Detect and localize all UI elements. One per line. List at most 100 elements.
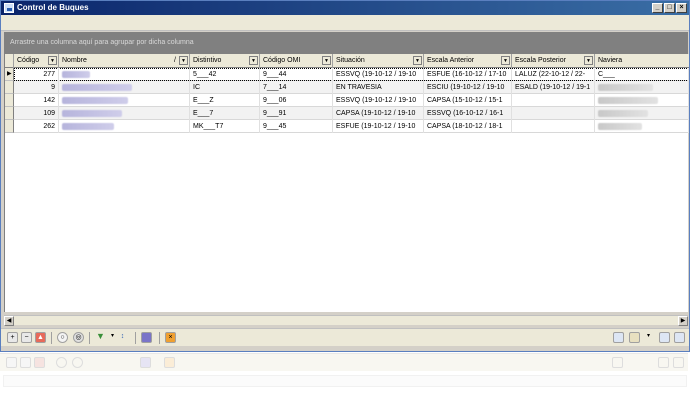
export-icon[interactable] [659, 332, 670, 343]
column-header-escala-posterior[interactable]: Escala Posterior ▼ [512, 54, 595, 68]
column-header-distintivo[interactable]: Distintivo ▼ [190, 54, 260, 68]
cell-escala-anterior: CAPSA (18-10-12 / 18-1 [424, 120, 512, 133]
cell-situacion: ESSVQ (19-10-12 / 19-10 [333, 68, 424, 81]
settings-icon[interactable] [629, 332, 640, 343]
sort-indicator-icon: / [174, 57, 176, 64]
cancel-icon [56, 357, 67, 368]
cell-escala-posterior [512, 107, 595, 120]
cell-nombre [59, 120, 190, 133]
table-row[interactable]: 262 MK___T7 9___45 ESFUE (19-10-12 / 19-… [14, 120, 689, 133]
scroll-right-icon[interactable]: ▶ [678, 316, 688, 326]
window-title: Control de Buques [17, 3, 89, 12]
delete-row-icon[interactable]: − [21, 332, 32, 343]
horizontal-scrollbar[interactable]: ◀ ▶ [4, 315, 688, 326]
filter-icon[interactable]: ▼ [95, 332, 106, 343]
chevron-down-icon[interactable]: ▾ [643, 332, 654, 343]
up-arrow-icon [34, 357, 45, 368]
column-header-situacion[interactable]: Situación ▼ [333, 54, 424, 68]
cell-distintivo: MK___T7 [190, 120, 260, 133]
reflected-scrollbar [3, 375, 687, 387]
group-by-hint: Arrastre una columna aquí para agrupar p… [10, 39, 194, 46]
cell-distintivo: E___Z [190, 94, 260, 107]
title-bar[interactable]: Control de Buques _ □ × [1, 1, 689, 15]
cell-codigo-omi: 7___14 [260, 81, 333, 94]
up-arrow-icon[interactable]: ▲ [35, 332, 46, 343]
row-header-corner [5, 54, 14, 68]
cell-codigo: 109 [14, 107, 59, 120]
add-row-icon [6, 357, 17, 368]
chevron-down-icon[interactable]: ▼ [322, 56, 331, 65]
grid-layout-icon[interactable] [613, 332, 624, 343]
chevron-down-icon[interactable]: ▼ [48, 56, 57, 65]
close-grid-icon [164, 357, 175, 368]
cell-nombre [59, 107, 190, 120]
grid-header: Código ▼ Nombre / ▼ Distintivo ▼ Código … [5, 54, 689, 68]
chevron-down-icon[interactable]: ▼ [413, 56, 422, 65]
chevron-down-icon[interactable]: ▼ [584, 56, 593, 65]
cell-situacion: ESSVQ (19-10-12 / 19-10 [333, 94, 424, 107]
cell-codigo-omi: 9___06 [260, 94, 333, 107]
cell-codigo-omi: 9___44 [260, 68, 333, 81]
minimize-button[interactable]: _ [652, 3, 663, 13]
cell-situacion: EN TRAVESIA [333, 81, 424, 94]
row-selector[interactable] [5, 120, 14, 133]
cell-nombre [59, 81, 190, 94]
cell-codigo: 9 [14, 81, 59, 94]
row-selector[interactable] [5, 107, 14, 120]
export-icon [658, 357, 669, 368]
cell-escala-posterior: LALUZ (22-10-12 / 22- [512, 68, 595, 81]
table-row[interactable]: 277 5___42 9___44 ESSVQ (19-10-12 / 19-1… [14, 68, 689, 81]
column-header-nombre[interactable]: Nombre / ▼ [59, 54, 190, 68]
cell-naviera [595, 107, 689, 120]
cell-codigo: 277 [14, 68, 59, 81]
add-row-icon[interactable]: + [7, 332, 18, 343]
column-chooser-icon[interactable] [141, 332, 152, 343]
print-icon [673, 357, 684, 368]
close-grid-icon[interactable]: × [165, 332, 176, 343]
cell-naviera: C___ [595, 68, 689, 81]
cell-situacion: CAPSA (19-10-12 / 19-10 [333, 107, 424, 120]
cell-codigo-omi: 9___45 [260, 120, 333, 133]
column-header-codigo-omi[interactable]: Código OMI ▼ [260, 54, 333, 68]
toolbar-separator [159, 332, 160, 344]
column-header-codigo[interactable]: Código ▼ [14, 54, 59, 68]
cell-naviera [595, 94, 689, 107]
row-selector[interactable] [5, 94, 14, 107]
cell-distintivo: E___7 [190, 107, 260, 120]
cell-distintivo: 5___42 [190, 68, 260, 81]
toolbar-separator [89, 332, 90, 344]
cell-escala-posterior [512, 120, 595, 133]
reflected-toolbar [0, 353, 688, 371]
cell-escala-posterior [512, 94, 595, 107]
grid-toolbar: + − ▲ ○ ◎ ▼ ▾ ↕ × ▾ [1, 328, 689, 346]
table-row[interactable]: 109 E___7 9___91 CAPSA (19-10-12 / 19-10… [14, 107, 689, 120]
cell-naviera [595, 120, 689, 133]
menu-bar [1, 15, 689, 31]
close-button[interactable]: × [676, 3, 687, 13]
chevron-down-icon[interactable]: ▼ [249, 56, 258, 65]
chevron-down-icon[interactable]: ▼ [179, 56, 188, 65]
cell-codigo-omi: 9___91 [260, 107, 333, 120]
row-selector[interactable]: ▶ [5, 68, 14, 81]
delete-row-icon [20, 357, 31, 368]
print-icon[interactable] [674, 332, 685, 343]
column-chooser-icon [140, 357, 151, 368]
cell-distintivo: IC [190, 81, 260, 94]
column-header-naviera[interactable]: Naviera [595, 54, 689, 68]
maximize-button[interactable]: □ [664, 3, 675, 13]
sort-icon[interactable]: ↕ [117, 332, 128, 343]
cancel-icon[interactable]: ○ [57, 332, 68, 343]
table-row[interactable]: 9 IC 7___14 EN TRAVESIA ESCIU (19-10-12 … [14, 81, 689, 94]
cell-escala-anterior: CAPSA (15-10-12 / 15-1 [424, 94, 512, 107]
column-header-escala-anterior[interactable]: Escala Anterior ▼ [424, 54, 512, 68]
row-selector[interactable] [5, 81, 14, 94]
cell-codigo: 262 [14, 120, 59, 133]
scroll-left-icon[interactable]: ◀ [4, 316, 14, 326]
chevron-down-icon[interactable]: ▼ [501, 56, 510, 65]
table-row[interactable]: 142 E___Z 9___06 ESSVQ (19-10-12 / 19-10… [14, 94, 689, 107]
window-reflection [0, 353, 690, 419]
refresh-icon[interactable]: ◎ [73, 332, 84, 343]
group-by-panel[interactable]: Arrastre una columna aquí para agrupar p… [4, 32, 688, 54]
cell-escala-posterior: ESALD (19-10-12 / 19-1 [512, 81, 595, 94]
ships-grid[interactable]: Código ▼ Nombre / ▼ Distintivo ▼ Código … [4, 54, 689, 312]
